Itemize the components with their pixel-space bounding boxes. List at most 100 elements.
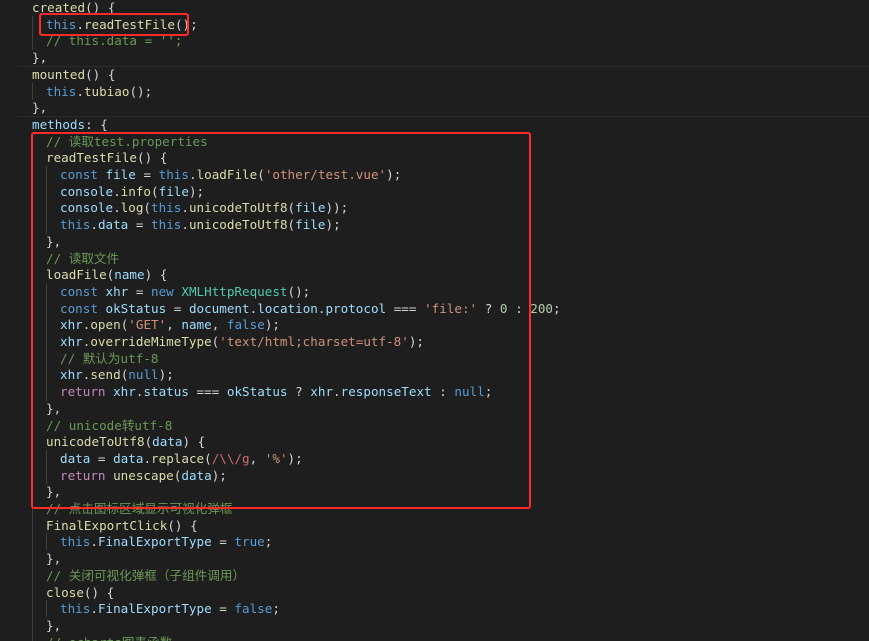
code-line[interactable]: mounted() { <box>32 67 115 84</box>
indent-guide <box>46 450 47 484</box>
code-line[interactable]: xhr.open('GET', name, false); <box>60 317 280 334</box>
code-line[interactable]: // unicode转utf-8 <box>46 418 172 435</box>
code-line[interactable]: // 读取文件 <box>46 251 119 268</box>
code-line[interactable]: }, <box>46 484 61 501</box>
code-token: ( <box>143 200 152 216</box>
code-token: . <box>143 450 152 466</box>
code-comment: // 读取文件 <box>46 250 120 266</box>
code-token: 'file:' <box>424 300 478 316</box>
code-line[interactable]: const xhr = new XMLHttpRequest(); <box>60 284 310 301</box>
code-token: overrideMimeType <box>90 334 212 349</box>
code-line[interactable]: // 点击图标区域显示可视化弹框 <box>46 501 232 518</box>
code-token: unicodeToUtf8 <box>188 217 288 233</box>
code-token: ); <box>287 450 303 466</box>
code-token: this <box>151 217 182 233</box>
code-line[interactable]: // 读取test.properties <box>46 134 208 151</box>
code-token: ; <box>484 384 493 400</box>
code-line[interactable]: xhr.send(null); <box>60 367 174 384</box>
code-line[interactable]: // echarts图表函数 <box>46 635 172 641</box>
code-line[interactable]: unicodeToUtf8(data) { <box>46 434 205 451</box>
code-token: xhr <box>310 384 334 400</box>
code-token: console <box>60 200 114 216</box>
code-token: readTestFile <box>46 150 137 166</box>
code-token: () { <box>137 150 168 166</box>
code-token: xhr <box>60 317 83 333</box>
code-line[interactable]: return unescape(data); <box>60 468 227 485</box>
code-token: FinalExportType <box>97 534 212 550</box>
code-token: (); <box>287 283 311 299</box>
code-line[interactable]: xhr.overrideMimeType('text/html;charset=… <box>60 334 424 351</box>
code-line[interactable]: created() { <box>32 0 115 17</box>
code-token: = <box>211 601 235 617</box>
code-token: , <box>211 317 227 333</box>
code-token: . <box>90 534 98 550</box>
code-token: = <box>166 300 189 316</box>
code-line[interactable]: }, <box>46 234 61 251</box>
code-token: = <box>90 450 114 466</box>
code-line[interactable]: methods: { <box>32 117 108 134</box>
code-line[interactable]: }, <box>32 50 47 67</box>
code-token: unescape <box>113 467 174 483</box>
code-line[interactable]: }, <box>46 551 61 568</box>
editor-gutter <box>0 0 18 641</box>
code-token: . <box>90 601 98 617</box>
code-token: true <box>234 534 265 550</box>
code-token: ); <box>211 467 227 483</box>
code-line[interactable]: const file = this.loadFile('other/test.v… <box>60 167 401 184</box>
code-comment: // unicode转utf-8 <box>46 417 173 433</box>
code-token: . <box>113 183 121 199</box>
code-token: unicodeToUtf8 <box>46 434 145 450</box>
code-line[interactable]: this.data = this.unicodeToUtf8(file); <box>60 217 341 234</box>
code-token: ) { <box>144 267 168 283</box>
code-line[interactable]: console.log(this.unicodeToUtf8(file)); <box>60 200 348 217</box>
code-line[interactable]: loadFile(name) { <box>46 267 167 284</box>
code-token: XMLHttpRequest <box>181 283 288 299</box>
code-line[interactable]: // this.data = ''; <box>46 33 182 50</box>
code-token: () { <box>167 517 198 533</box>
indent-guide <box>32 16 33 50</box>
code-line[interactable]: // 默认为utf-8 <box>60 351 158 368</box>
block-separator <box>18 116 869 117</box>
code-line[interactable]: this.readTestFile(); <box>46 17 198 34</box>
code-comment: // 读取test.properties <box>46 133 208 149</box>
indent-guide <box>46 283 47 401</box>
code-token: : { <box>85 116 108 132</box>
code-token: , <box>249 450 265 466</box>
code-line[interactable]: }, <box>46 401 61 418</box>
code-token: (); <box>129 83 153 99</box>
code-line[interactable]: data = data.replace(/\\/g, '%'); <box>60 451 303 468</box>
code-token: send <box>90 367 121 383</box>
code-token: const <box>60 283 98 299</box>
code-line[interactable]: this.FinalExportType = true; <box>60 534 272 551</box>
code-line[interactable]: this.tubiao(); <box>46 84 152 101</box>
code-token: . <box>188 167 197 182</box>
code-token: () { <box>85 0 116 15</box>
code-token: }, <box>46 617 62 633</box>
code-line[interactable]: this.FinalExportType = false; <box>60 601 280 618</box>
code-line[interactable]: console.info(file); <box>60 184 204 201</box>
code-token: data <box>181 467 212 483</box>
code-line[interactable]: }, <box>32 100 47 117</box>
code-token: = <box>211 534 235 550</box>
code-token: file <box>105 167 136 182</box>
code-token: this <box>46 16 77 32</box>
code-editor[interactable]: created() {this.readTestFile();// this.d… <box>18 0 869 641</box>
code-token: 'GET' <box>128 317 167 333</box>
code-token: const <box>60 167 98 182</box>
code-line[interactable]: }, <box>46 618 61 635</box>
code-line[interactable]: close() { <box>46 585 114 602</box>
code-line[interactable]: FinalExportClick() { <box>46 518 198 535</box>
code-token: ; <box>552 300 561 316</box>
code-token: this <box>151 200 182 216</box>
code-line[interactable]: const okStatus = document.location.proto… <box>60 301 561 318</box>
code-token: ( <box>151 183 159 199</box>
code-token: ); <box>325 217 341 233</box>
code-token: . <box>90 217 98 233</box>
code-line[interactable]: return xhr.status === okStatus ? xhr.res… <box>60 384 492 401</box>
code-token: ( <box>287 217 296 233</box>
block-separator <box>18 66 869 67</box>
code-line[interactable]: // 关闭可视化弹框（子组件调用） <box>46 568 245 585</box>
indent-guide <box>46 533 47 550</box>
code-line[interactable]: readTestFile() { <box>46 150 167 167</box>
